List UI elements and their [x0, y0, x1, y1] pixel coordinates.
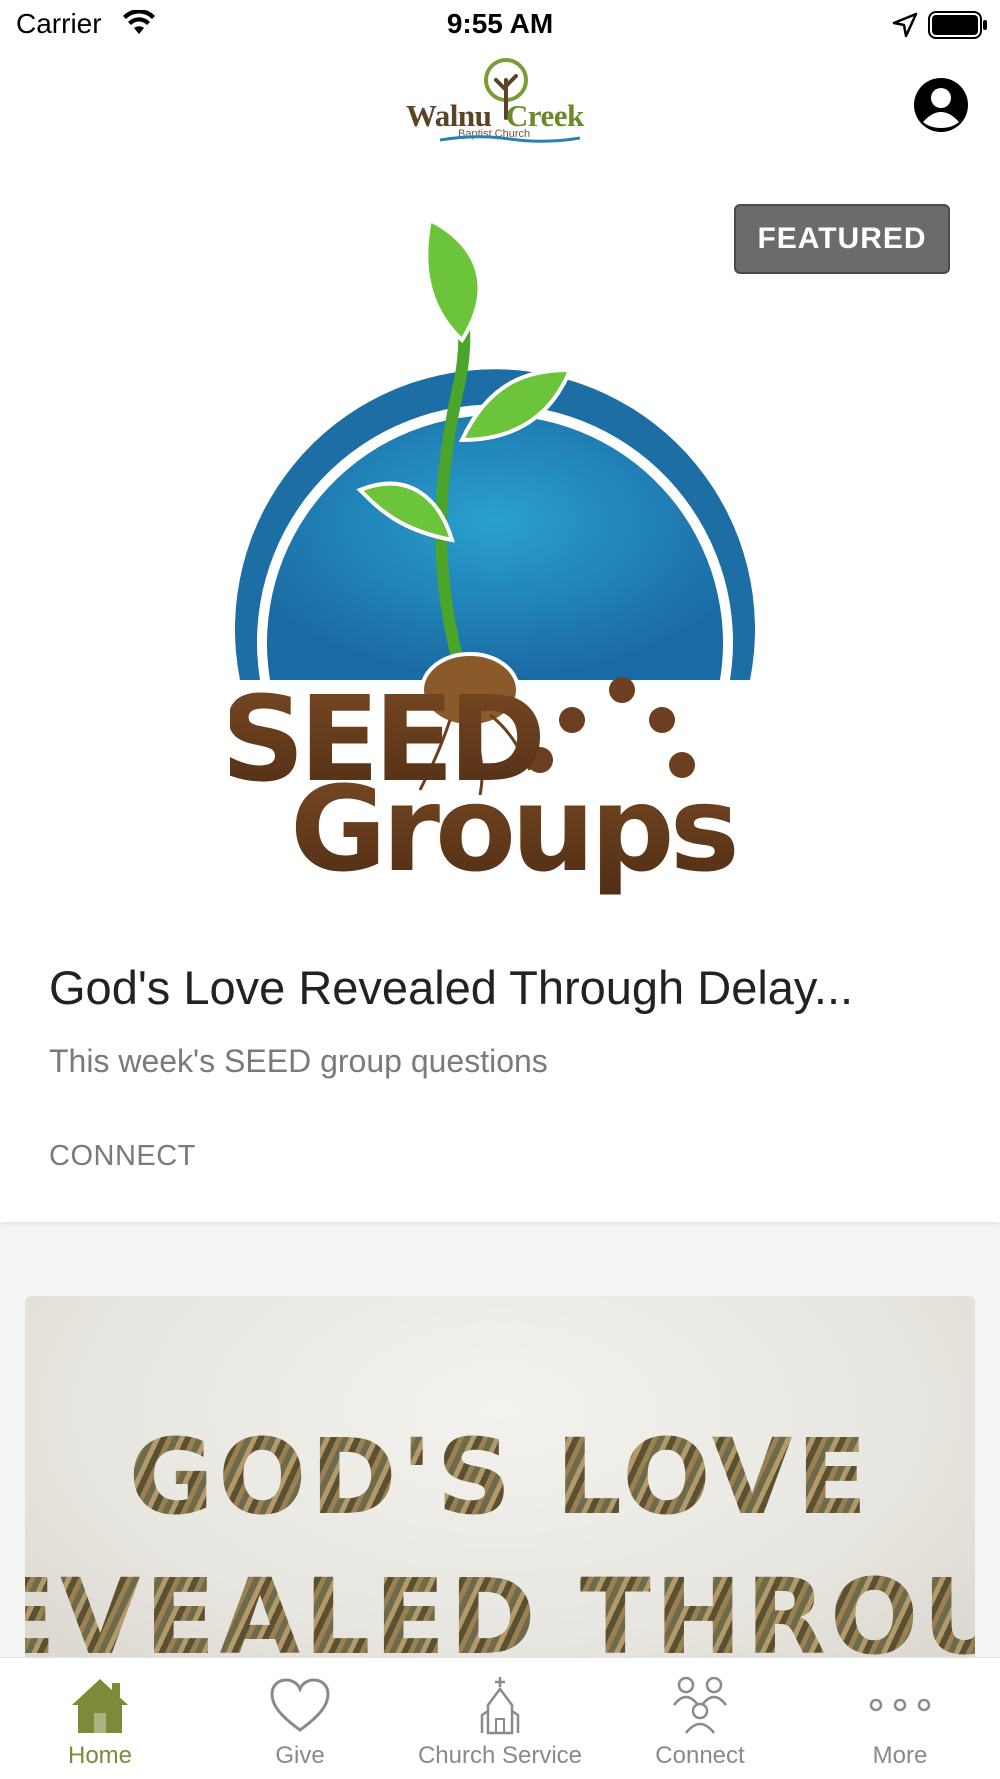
clock: 9:55 AM [446, 8, 554, 39]
tab-church-service[interactable]: Church Service [400, 1658, 600, 1779]
home-icon [0, 1672, 200, 1738]
card-category: CONNECT [49, 1140, 196, 1172]
people-icon [600, 1672, 800, 1738]
user-circle-icon [914, 78, 968, 132]
battery-icon [928, 11, 988, 44]
card-title[interactable]: God's Love Revealed Through Delay... [49, 960, 949, 1015]
tab-church-service-label: Church Service [417, 1742, 583, 1769]
tab-home-label: Home [67, 1742, 133, 1769]
more-dots-icon [800, 1672, 1000, 1738]
tab-bar: Home Give Church Service Connect More [0, 1657, 1000, 1779]
tab-give-label: Give [275, 1742, 325, 1769]
tab-more-label: More [872, 1742, 928, 1769]
tab-home[interactable]: Home [0, 1658, 200, 1779]
promo-line1: GOD'S LOVE [25, 1416, 975, 1538]
card-subtitle: This week's SEED group questions [49, 1043, 548, 1079]
profile-button[interactable] [912, 76, 970, 134]
seed-groups-image: SEED Groups [230, 217, 755, 898]
tab-connect-label: Connect [655, 1742, 745, 1769]
status-bar: Carrier 9:55 AM [0, 0, 1000, 50]
featured-badge: FEATURED [734, 204, 950, 274]
app-header: Walnu Creek Baptist Church [0, 50, 1000, 160]
logo-wave [440, 135, 580, 143]
location-arrow-icon [892, 12, 918, 43]
tab-more[interactable]: More [800, 1658, 1000, 1779]
groups-text: Groups [290, 760, 735, 898]
featured-card[interactable]: SEED Groups FEATURED God's Love Revealed… [0, 160, 1000, 1222]
tab-give[interactable]: Give [200, 1658, 400, 1779]
tab-connect[interactable]: Connect [600, 1658, 800, 1779]
church-icon [400, 1672, 600, 1738]
heart-icon [200, 1672, 400, 1738]
sermon-series-card[interactable]: GOD'S LOVE EVEALED THROUG [25, 1296, 975, 1676]
church-logo[interactable]: Walnu Creek Baptist Church [400, 58, 600, 148]
